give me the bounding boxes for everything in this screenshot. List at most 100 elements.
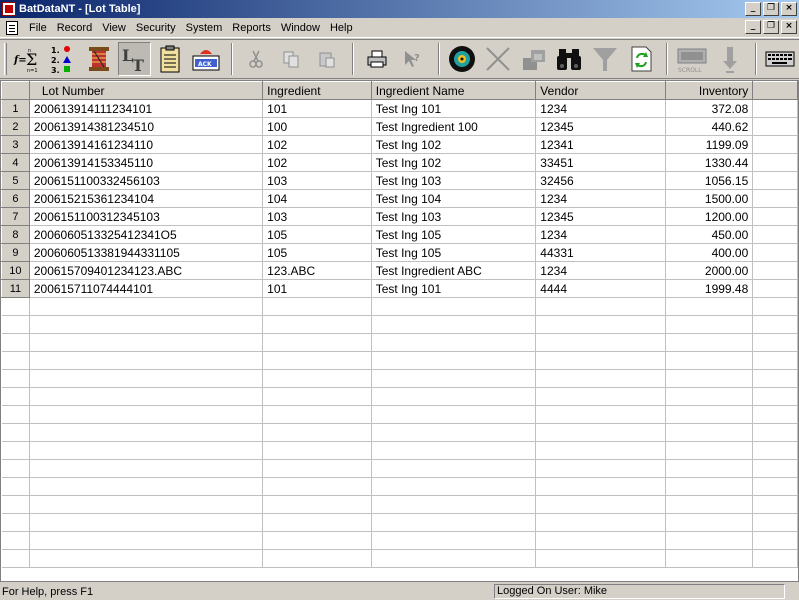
- inventory-cell[interactable]: 450.00: [665, 225, 754, 244]
- inventory-cell[interactable]: 1200.00: [665, 207, 754, 226]
- row-number-header[interactable]: 11: [1, 279, 30, 298]
- empty-cell[interactable]: [29, 549, 264, 568]
- menu-file[interactable]: File: [24, 19, 52, 37]
- empty-row[interactable]: [1, 315, 798, 334]
- restore-button[interactable]: ❐: [763, 2, 779, 16]
- empty-cell[interactable]: [752, 495, 798, 514]
- empty-cell[interactable]: [1, 531, 30, 550]
- empty-cell[interactable]: [371, 423, 537, 442]
- ingredient-name-cell[interactable]: Test Ing 104: [371, 189, 537, 208]
- empty-row[interactable]: [1, 423, 798, 442]
- empty-cell[interactable]: [1, 297, 30, 316]
- empty-cell[interactable]: [752, 225, 798, 244]
- empty-cell[interactable]: [752, 513, 798, 532]
- empty-cell[interactable]: [535, 405, 666, 424]
- empty-cell[interactable]: [752, 279, 798, 298]
- empty-cell[interactable]: [371, 369, 537, 388]
- empty-cell[interactable]: [1, 441, 30, 460]
- vendor-cell[interactable]: 1234: [535, 189, 666, 208]
- empty-cell[interactable]: [371, 531, 537, 550]
- empty-cell[interactable]: [371, 459, 537, 478]
- empty-cell[interactable]: [752, 243, 798, 262]
- empty-cell[interactable]: [29, 405, 264, 424]
- clipboard-button[interactable]: [154, 42, 187, 76]
- empty-cell[interactable]: [535, 387, 666, 406]
- empty-cell[interactable]: [29, 495, 264, 514]
- document-icon[interactable]: [6, 20, 18, 35]
- ingredient-cell[interactable]: 123.ABC: [262, 261, 372, 280]
- lot-number-cell[interactable]: 2006060513381944331105: [29, 243, 264, 262]
- table-row[interactable]: 3 200613914161234110 102 Test Ing 102 12341 1…: [1, 135, 798, 154]
- empty-cell[interactable]: [371, 477, 537, 496]
- empty-cell[interactable]: [752, 99, 798, 118]
- row-number-header[interactable]: 8: [1, 225, 30, 244]
- ingredient-name-cell[interactable]: Test Ing 103: [371, 171, 537, 190]
- empty-cell[interactable]: [665, 333, 754, 352]
- empty-cell[interactable]: [535, 333, 666, 352]
- inventory-cell[interactable]: 1330.44: [665, 153, 754, 172]
- column-header-lot-number[interactable]: Lot Number: [28, 81, 264, 100]
- spool-button[interactable]: [82, 42, 115, 76]
- empty-cell[interactable]: [1, 315, 30, 334]
- empty-cell[interactable]: [1, 549, 30, 568]
- table-row[interactable]: 5 2006151100332456103 103 Test Ing 103 32456…: [1, 171, 798, 190]
- menu-system[interactable]: System: [181, 19, 228, 37]
- empty-cell[interactable]: [752, 135, 798, 154]
- inventory-cell[interactable]: 372.08: [665, 99, 754, 118]
- ingredient-cell[interactable]: 102: [262, 153, 372, 172]
- empty-cell[interactable]: [665, 315, 754, 334]
- ingredient-name-cell[interactable]: Test Ing 102: [371, 153, 537, 172]
- vendor-cell[interactable]: 1234: [535, 99, 666, 118]
- menu-record[interactable]: Record: [52, 19, 97, 37]
- empty-cell[interactable]: [29, 459, 264, 478]
- empty-cell[interactable]: [752, 315, 798, 334]
- empty-cell[interactable]: [665, 441, 754, 460]
- empty-row[interactable]: [1, 405, 798, 424]
- close-button[interactable]: ×: [781, 2, 797, 16]
- empty-cell[interactable]: [262, 477, 372, 496]
- vendor-cell[interactable]: 12345: [535, 207, 666, 226]
- empty-cell[interactable]: [29, 387, 264, 406]
- empty-cell[interactable]: [1, 369, 30, 388]
- table-row[interactable]: 8 2006060513325412341O5 105 Test Ing 105 123…: [1, 225, 798, 244]
- empty-cell[interactable]: [262, 315, 372, 334]
- empty-cell[interactable]: [371, 333, 537, 352]
- inventory-cell[interactable]: 2000.00: [665, 261, 754, 280]
- menu-security[interactable]: Security: [131, 19, 181, 37]
- empty-cell[interactable]: [1, 405, 30, 424]
- lot-number-cell[interactable]: 200613914381234510: [29, 117, 264, 136]
- empty-cell[interactable]: [371, 351, 537, 370]
- empty-cell[interactable]: [752, 549, 798, 568]
- ingredient-name-cell[interactable]: Test Ing 101: [371, 99, 537, 118]
- empty-cell[interactable]: [665, 477, 754, 496]
- empty-cell[interactable]: [371, 495, 537, 514]
- lot-number-cell[interactable]: 200613914111234101: [29, 99, 264, 118]
- empty-cell[interactable]: [29, 297, 264, 316]
- paste-button[interactable]: [311, 42, 344, 76]
- empty-cell[interactable]: [371, 513, 537, 532]
- context-help-button[interactable]: ?: [396, 42, 429, 76]
- empty-cell[interactable]: [535, 459, 666, 478]
- print-button[interactable]: [360, 42, 393, 76]
- ingredient-name-cell[interactable]: Test Ing 102: [371, 135, 537, 154]
- keyboard-button[interactable]: [763, 42, 796, 76]
- disc-button[interactable]: [446, 42, 479, 76]
- empty-cell[interactable]: [752, 423, 798, 442]
- steps-button[interactable]: 1. 2. 3.: [47, 42, 80, 76]
- empty-cell[interactable]: [1, 513, 30, 532]
- vendor-cell[interactable]: 4444: [535, 279, 666, 298]
- filter-button[interactable]: [589, 42, 622, 76]
- empty-cell[interactable]: [752, 531, 798, 550]
- lot-number-cell[interactable]: 200613914161234110: [29, 135, 264, 154]
- empty-cell[interactable]: [535, 441, 666, 460]
- empty-cell[interactable]: [262, 459, 372, 478]
- empty-cell[interactable]: [752, 153, 798, 172]
- empty-cell[interactable]: [262, 423, 372, 442]
- ingredient-name-cell[interactable]: Test Ingredient ABC: [371, 261, 537, 280]
- column-header-ingredient[interactable]: Ingredient: [262, 81, 372, 100]
- lot-number-cell[interactable]: 200615709401234123.ABC: [29, 261, 264, 280]
- empty-row[interactable]: [1, 297, 798, 316]
- empty-cell[interactable]: [665, 423, 754, 442]
- row-number-header[interactable]: 7: [1, 207, 30, 226]
- empty-cell[interactable]: [371, 387, 537, 406]
